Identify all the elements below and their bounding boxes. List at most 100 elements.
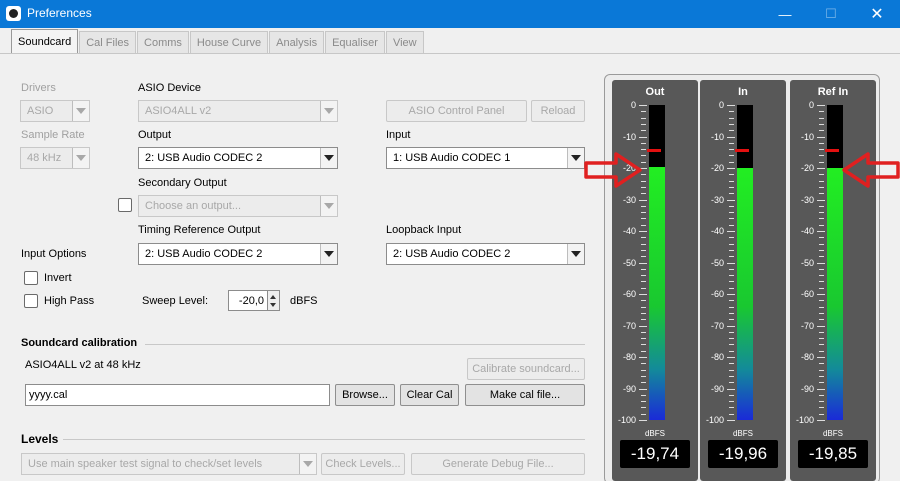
meter-ref-in: Ref In 0 -10 -20 -30 -40 -50 -60 -70 -80 -90 -100 dB… xyxy=(790,80,876,481)
meter-minor-tick xyxy=(641,130,646,132)
sweep-level-spinner[interactable]: -20,0 xyxy=(228,290,280,311)
drivers-label: Drivers xyxy=(21,82,56,94)
tab-house-curve[interactable]: House Curve xyxy=(189,31,269,53)
meter-readout: -19,96 xyxy=(708,440,778,468)
close-button[interactable]: ✕ xyxy=(854,0,900,28)
loopback-select[interactable]: 2: USB Audio CODEC 2 xyxy=(386,243,585,265)
tab-analysis[interactable]: Analysis xyxy=(269,31,325,53)
meter-minor-tick xyxy=(729,287,734,289)
generate-debug-file-button[interactable]: Generate Debug File... xyxy=(411,453,585,475)
tab-comms[interactable]: Comms xyxy=(137,31,189,53)
secondary-output-checkbox[interactable] xyxy=(118,198,132,212)
high-pass-checkbox[interactable] xyxy=(24,294,38,308)
check-levels-button[interactable]: Check Levels... xyxy=(321,453,405,475)
meter-minor-tick xyxy=(819,186,824,188)
meter-minor-tick xyxy=(729,218,734,220)
calibration-status: ASIO4ALL v2 at 48 kHz xyxy=(25,359,141,371)
meter-major-tick xyxy=(639,388,647,390)
meter-minor-tick xyxy=(819,161,824,163)
meter-minor-tick xyxy=(641,331,646,333)
meter-minor-tick xyxy=(729,275,734,277)
meter-minor-tick xyxy=(641,413,646,415)
asio-control-panel-button[interactable]: ASIO Control Panel xyxy=(386,100,527,122)
meter-minor-tick xyxy=(729,149,734,151)
meter-minor-tick xyxy=(729,123,734,125)
maximize-button[interactable]: ☐ xyxy=(808,0,854,28)
meter-minor-tick xyxy=(729,161,734,163)
meter-readout: -19,85 xyxy=(798,440,868,468)
output-select[interactable]: 2: USB Audio CODEC 2 xyxy=(138,147,338,169)
output-label: Output xyxy=(138,129,172,141)
tab-cal-files[interactable]: Cal Files xyxy=(79,31,137,53)
meter-major-tick xyxy=(817,294,825,295)
meter-major-tick xyxy=(817,357,825,358)
make-cal-file-button[interactable]: Make cal file... xyxy=(465,384,585,406)
meter-major-tick xyxy=(727,199,735,201)
levels-mode-select[interactable]: Use main speaker test signal to check/se… xyxy=(21,453,317,475)
chevron-up-icon[interactable] xyxy=(270,295,276,299)
minimize-button[interactable]: — xyxy=(762,0,808,28)
meter-minor-tick xyxy=(729,312,734,314)
meter-in: In 0 -10 -20 -30 -40 -50 -60 -70 -80 -90 -100 dBFS -1… xyxy=(700,80,786,481)
meter-bar xyxy=(647,105,665,420)
meter-minor-tick xyxy=(641,237,646,239)
meter-minor-tick xyxy=(641,224,646,226)
meter-minor-tick xyxy=(641,123,646,125)
meter-scale-label: -10 xyxy=(622,131,636,142)
meter-unit: dBFS xyxy=(644,429,665,438)
meter-minor-tick xyxy=(819,117,824,119)
meter-minor-tick xyxy=(819,256,824,258)
meter-scale-label: -10 xyxy=(800,131,814,142)
meter-scale-label: -40 xyxy=(800,226,814,236)
input-label: Input xyxy=(386,129,411,141)
calibrate-soundcard-button[interactable]: Calibrate soundcard... xyxy=(467,358,585,380)
meter-scale-label: -100 xyxy=(617,415,636,425)
levels-divider xyxy=(63,439,585,440)
meter-minor-tick xyxy=(819,237,824,239)
meter-major-tick xyxy=(817,199,825,201)
chevron-down-icon[interactable] xyxy=(270,303,276,307)
meter-minor-tick xyxy=(729,243,734,245)
meter-scale-label: -30 xyxy=(710,194,724,205)
meter-minor-tick xyxy=(729,117,734,119)
output-value: 2: USB Audio CODEC 2 xyxy=(145,152,263,164)
clear-cal-button[interactable]: Clear Cal xyxy=(400,384,459,406)
tab-view[interactable]: View xyxy=(385,31,424,53)
meter-major-tick xyxy=(727,420,735,421)
tab-equaliser[interactable]: Equaliser xyxy=(325,31,385,53)
invert-checkbox[interactable] xyxy=(24,271,38,285)
meter-minor-tick xyxy=(819,281,824,283)
meter-minor-tick xyxy=(819,149,824,151)
meter-minor-tick xyxy=(729,375,734,377)
input-select[interactable]: 1: USB Audio CODEC 1 xyxy=(386,147,585,169)
browse-button[interactable]: Browse... xyxy=(335,384,395,406)
meter-minor-tick xyxy=(819,205,824,207)
chevron-down-icon xyxy=(320,196,337,216)
meter-scale-label: -70 xyxy=(622,320,636,331)
tab-soundcard[interactable]: Soundcard xyxy=(11,29,79,53)
timing-ref-label: Timing Reference Output xyxy=(138,224,261,236)
spinner-arrows[interactable] xyxy=(268,290,280,311)
reload-button[interactable]: Reload xyxy=(531,100,585,122)
meter-minor-tick xyxy=(641,142,646,144)
meter-minor-tick xyxy=(729,300,734,302)
timing-ref-select[interactable]: 2: USB Audio CODEC 2 xyxy=(138,243,338,265)
chevron-down-icon xyxy=(299,454,316,474)
meter-minor-tick xyxy=(819,344,824,346)
meter-minor-tick xyxy=(729,369,734,371)
meter-scale-label: -20 xyxy=(710,163,724,173)
cal-file-input[interactable]: yyyy.cal xyxy=(25,384,330,406)
secondary-output-select[interactable]: Choose an output... xyxy=(138,195,338,217)
drivers-select[interactable]: ASIO xyxy=(20,100,90,122)
meter-scale-label: -90 xyxy=(800,383,814,394)
meter-minor-tick xyxy=(641,193,646,195)
meter-major-tick xyxy=(727,388,735,390)
asio-device-select[interactable]: ASIO4ALL v2 xyxy=(138,100,338,122)
meter-major-tick xyxy=(817,231,825,232)
meter-unit: dBFS xyxy=(732,429,753,438)
meter-minor-tick xyxy=(729,407,734,409)
sweep-level-input[interactable]: -20,0 xyxy=(228,290,268,311)
sample-rate-select[interactable]: 48 kHz xyxy=(20,147,90,169)
meter-minor-tick xyxy=(819,224,824,226)
meter-out: Out 0 -10 -20 -30 -40 -50 -60 -70 -80 -90 -100 dBFS -… xyxy=(612,80,698,481)
